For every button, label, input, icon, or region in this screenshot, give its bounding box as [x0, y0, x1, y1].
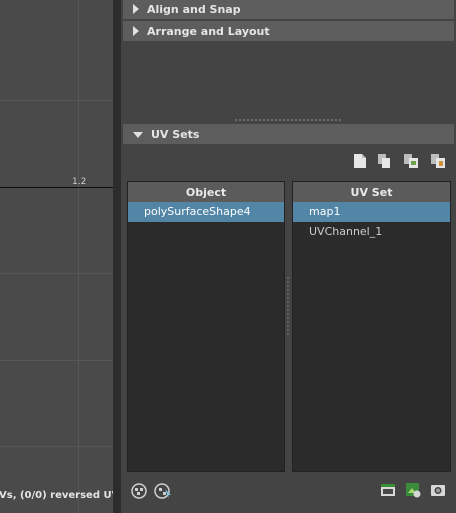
- frame-label: Align and Snap: [147, 2, 241, 16]
- copy-uv-set-icon[interactable]: [376, 153, 392, 169]
- frame-uv-sets[interactable]: UV Sets: [123, 124, 454, 144]
- copy-to-new-uv-set-icon[interactable]: [403, 153, 419, 169]
- uv-set-list-item[interactable]: UVChannel_1: [293, 222, 450, 242]
- uv-toolkit-panel: Align and Snap Arrange and Layout UV Set…: [121, 0, 456, 513]
- frame-label: UV Sets: [151, 127, 200, 141]
- grid-line: [0, 360, 113, 361]
- object-list[interactable]: Object polySurfaceShape4: [127, 181, 285, 472]
- object-list-item[interactable]: polySurfaceShape4: [128, 202, 284, 222]
- uv-set-list-header: UV Set: [293, 182, 450, 202]
- grid-line: [0, 100, 113, 101]
- frame-arrange-and-layout[interactable]: Arrange and Layout: [123, 21, 454, 41]
- collapse-arrow-icon: [133, 26, 139, 36]
- grid-line: [0, 273, 113, 274]
- uv-axis-line: [0, 187, 113, 188]
- expand-arrow-icon: [133, 132, 143, 138]
- frame-align-and-snap[interactable]: Align and Snap: [123, 0, 454, 19]
- resize-grip[interactable]: [234, 119, 342, 121]
- paste-uv-set-icon[interactable]: [430, 153, 446, 169]
- uv-status-text: Vs, (0/0) reversed UVs: [0, 490, 113, 501]
- uv-shell-icon[interactable]: [130, 482, 147, 499]
- collapse-arrow-icon: [133, 4, 139, 14]
- list-splitter[interactable]: [287, 276, 289, 336]
- new-uv-set-icon[interactable]: [352, 153, 368, 169]
- axis-tick-label: 1.2: [72, 177, 87, 187]
- grid-line: [0, 446, 113, 447]
- object-list-header: Object: [128, 182, 284, 202]
- uv-editor-window-icon[interactable]: [380, 482, 396, 498]
- uv-shell-select-icon[interactable]: [154, 482, 171, 499]
- grid-line: [78, 0, 79, 513]
- pane-splitter[interactable]: [113, 0, 121, 513]
- uv-set-list-item[interactable]: map1: [293, 202, 450, 222]
- uv-texture-icon[interactable]: [405, 482, 421, 498]
- uv-snapshot-icon[interactable]: [430, 482, 446, 498]
- frame-label: Arrange and Layout: [147, 24, 270, 38]
- uv-editor-viewport[interactable]: 1.2 Vs, (0/0) reversed UVs: [0, 0, 113, 513]
- uv-set-list[interactable]: UV Set map1 UVChannel_1: [292, 181, 451, 472]
